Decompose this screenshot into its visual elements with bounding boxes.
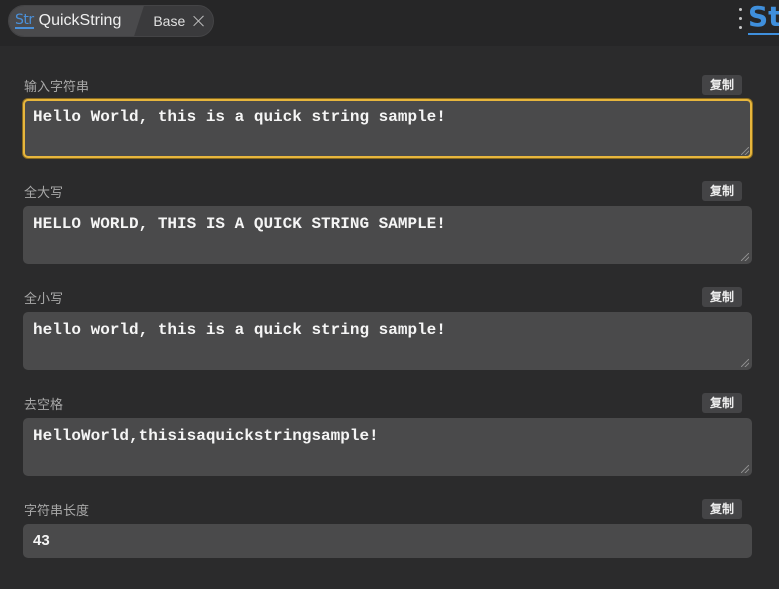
input-string-field[interactable]: Hello World, this is a quick string samp… [23,99,752,158]
tab-quickstring[interactable]: Str QuickString [9,6,134,36]
remove-spaces-label: 去空格 [24,397,64,412]
top-bar: Str QuickString Base Str [0,0,779,46]
resize-handle[interactable] [741,253,750,262]
app-logo: Str [748,1,779,37]
lowercase-output[interactable]: hello world, this is a quick string samp… [23,312,752,370]
copy-input-button[interactable]: 复制 [702,75,742,95]
lowercase-label: 全小写 [24,291,64,306]
copy-lowercase-button[interactable]: 复制 [702,287,742,307]
input-string-label: 输入字符串 [24,79,90,94]
uppercase-output[interactable]: HELLO WORLD, THIS IS A QUICK STRING SAMP… [23,206,752,264]
string-length-output[interactable]: 43 [23,524,752,558]
copy-remove-spaces-button[interactable]: 复制 [702,393,742,413]
resize-handle[interactable] [741,465,750,474]
tab-quickstring-label: QuickString [38,12,122,29]
copy-length-button[interactable]: 复制 [702,499,742,519]
app-logo-text: Str [748,1,779,35]
str-logo-icon: Str [15,12,34,29]
tab-base-label: Base [153,13,186,29]
tab-base[interactable]: Base [133,6,213,36]
resize-handle[interactable] [741,359,750,368]
string-length-label: 字符串长度 [24,503,90,518]
copy-uppercase-button[interactable]: 复制 [702,181,742,201]
uppercase-label: 全大写 [24,185,64,200]
tab-bar: Str QuickString Base [8,5,215,37]
remove-spaces-output[interactable]: HelloWorld,thisisaquickstringsample! [23,418,752,476]
close-icon[interactable] [193,15,205,27]
resize-handle[interactable] [741,147,750,156]
more-options-icon[interactable] [739,8,743,32]
